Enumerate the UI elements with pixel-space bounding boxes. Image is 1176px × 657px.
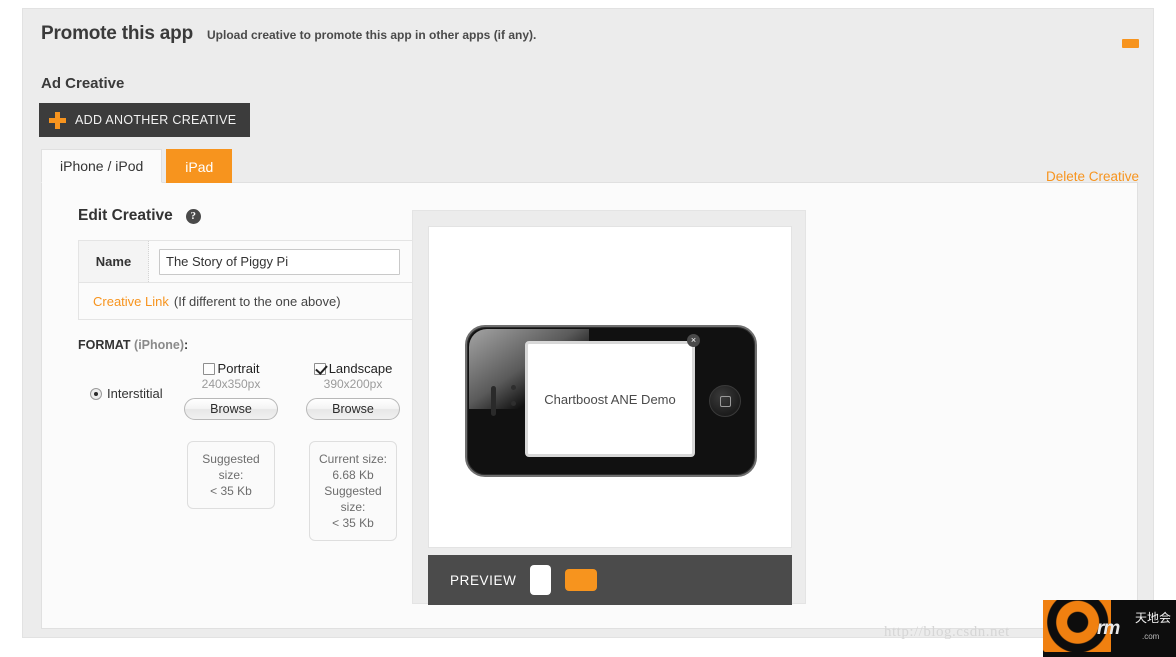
size-info-landscape: Current size: 6.68 Kb Suggested size: < … [309, 441, 397, 541]
creative-preview-text: Chartboost ANE Demo [544, 391, 676, 407]
landscape-current-value: 6.68 Kb [332, 468, 374, 482]
name-label: Name [95, 254, 132, 269]
ad-creative-heading: Ad Creative [41, 75, 125, 92]
size-info-boxes: Suggested size: < 35 Kb Current size: 6.… [78, 441, 413, 541]
checkbox-icon-landscape[interactable] [313, 362, 326, 375]
format-colon: : [184, 338, 189, 352]
format-heading: FORMAT (iPhone): [78, 338, 413, 352]
add-another-creative-label: ADD ANOTHER CREATIVE [75, 113, 237, 127]
home-square-icon [719, 395, 731, 407]
minimize-icon[interactable] [1122, 39, 1139, 48]
phone-speaker-icon [491, 386, 496, 416]
edit-creative-title: Edit Creative [78, 207, 173, 224]
interstitial-radio-option[interactable]: Interstitial [90, 386, 163, 401]
landscape-current-label: Current size: [318, 452, 388, 466]
creative-link-note: (If different to the one above) [173, 293, 341, 309]
portrait-option-column: Portrait 240x350px Browse [183, 361, 279, 420]
portrait-suggested-value: < 35 Kb [210, 484, 252, 498]
browse-button-portrait[interactable]: Browse [184, 398, 278, 420]
edit-creative-header: Edit Creative ? [78, 207, 201, 225]
portrait-label: Portrait [217, 361, 260, 376]
landscape-dimensions: 390x200px [323, 377, 383, 391]
promote-app-panel: Promote this app Upload creative to prom… [22, 8, 1154, 638]
creative-preview-screen: Chartboost ANE Demo × [525, 334, 700, 457]
name-input-cell [149, 248, 412, 275]
landscape-checkbox-row[interactable]: Landscape [305, 361, 401, 376]
delete-creative-link[interactable]: Delete Creative [1046, 169, 1139, 184]
creative-device-tabs: iPhone / iPod iPad [41, 149, 233, 183]
creative-fields-table: Name Creative Link (If different to the … [78, 240, 413, 320]
portrait-checkbox-row[interactable]: Portrait [183, 361, 279, 376]
phone-camera-dot [511, 385, 516, 390]
watermark-logo-text: rm [1097, 618, 1120, 639]
page-subtitle: Upload creative to promote this app in o… [206, 28, 537, 42]
preview-toolbar: PREVIEW [428, 555, 792, 605]
phone-home-button-icon [709, 385, 741, 417]
size-info-portrait: Suggested size: < 35 Kb [187, 441, 275, 509]
close-icon[interactable]: × [687, 334, 700, 347]
watermark-logo: rm .com 天地会 [1043, 600, 1176, 657]
landscape-suggested-value: < 35 Kb [332, 516, 374, 530]
portrait-dimensions: 240x350px [201, 377, 261, 391]
preview-landscape-toggle[interactable] [565, 569, 598, 591]
checkbox-icon-portrait[interactable] [202, 362, 215, 375]
add-another-creative-button[interactable]: ADD ANOTHER CREATIVE [39, 103, 251, 137]
format-device: (iPhone) [134, 338, 185, 352]
format-options-grid: Interstitial Portrait 240x350px Browse L… [78, 361, 413, 437]
iphone-mockup: Chartboost ANE Demo × [465, 325, 757, 477]
tab-ipad[interactable]: iPad [166, 149, 233, 183]
browse-button-landscape[interactable]: Browse [306, 398, 400, 420]
creative-form-column: Name Creative Link (If different to the … [78, 240, 413, 541]
preview-stage: Chartboost ANE Demo × [428, 226, 792, 548]
plus-icon [49, 111, 66, 129]
edit-creative-panel: Edit Creative ? Name Creative Link [41, 182, 1138, 629]
name-field-row: Name [79, 241, 412, 283]
interstitial-label: Interstitial [107, 386, 163, 401]
tab-iphone-ipod[interactable]: iPhone / iPod [41, 149, 163, 183]
screenshot-root: Promote this app Upload creative to prom… [0, 0, 1176, 657]
creative-link[interactable]: Creative Link [93, 294, 169, 309]
landscape-label: Landscape [328, 361, 393, 376]
watermark-url: http://blog.csdn.net [884, 624, 1010, 640]
phone-sensor-dot [511, 401, 516, 406]
preview-label: PREVIEW [450, 572, 517, 588]
creative-preview-panel: Chartboost ANE Demo × PREVIEW [412, 210, 806, 605]
question-mark-icon[interactable]: ? [185, 208, 201, 224]
creative-link-row: Creative Link (If different to the one a… [79, 283, 412, 319]
landscape-option-column: Landscape 390x200px Browse [305, 361, 401, 420]
name-input[interactable] [159, 248, 400, 275]
watermark-logo-cn: 天地会 [1134, 611, 1171, 625]
page-title: Promote this app [41, 23, 193, 44]
radio-icon-interstitial[interactable] [90, 387, 102, 400]
landscape-suggested-label: Suggested size: [324, 484, 382, 514]
portrait-suggested-label: Suggested size: [202, 452, 260, 482]
watermark-logo-suffix: .com [1142, 632, 1160, 641]
preview-portrait-toggle[interactable] [530, 565, 552, 595]
panel-header: Promote this app Upload creative to prom… [41, 23, 536, 45]
name-label-cell: Name [79, 241, 149, 282]
format-label: FORMAT [78, 338, 131, 352]
